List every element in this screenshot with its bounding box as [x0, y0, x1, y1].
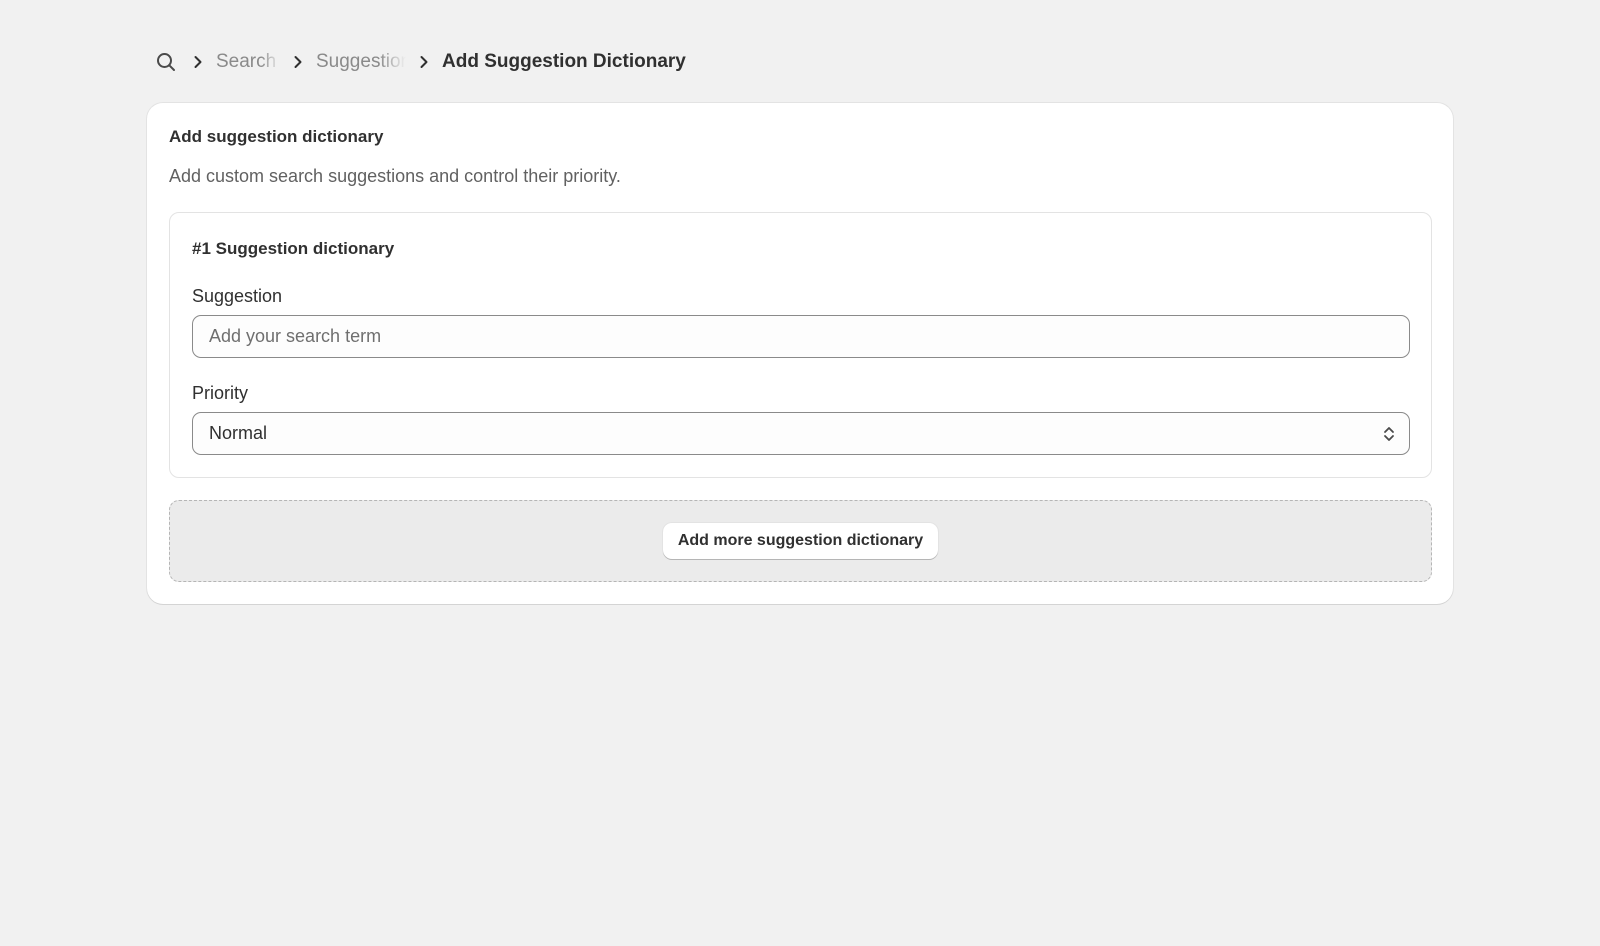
suggestion-label: Suggestion	[192, 286, 283, 306]
add-more-suggestion-dictionary-button[interactable]: Add more suggestion dictionary	[662, 523, 939, 559]
add-more-area: Add more suggestion dictionary	[169, 500, 1432, 582]
priority-selected-value: Normal	[209, 423, 268, 443]
search-icon	[157, 53, 175, 71]
card-title: Add suggestion dictionary	[169, 127, 384, 146]
breadcrumb-link-suggestions[interactable]: Suggestions	[316, 51, 406, 73]
dictionary-item-title: #1 Suggestion dictionary	[192, 239, 395, 258]
breadcrumb-search-button[interactable]	[152, 48, 180, 76]
priority-select[interactable]: Normal	[192, 412, 1410, 455]
breadcrumb-link-search[interactable]: Search	[216, 51, 280, 73]
chevron-right-icon	[186, 50, 210, 74]
breadcrumb: Search Suggestions Add Suggestion Dictio…	[152, 46, 686, 78]
suggestion-dictionary-item: #1 Suggestion dictionary Suggestion Prio…	[169, 212, 1432, 478]
suggestion-input[interactable]	[192, 315, 1410, 358]
chevron-right-icon	[286, 50, 310, 74]
add-suggestion-dictionary-card: Add suggestion dictionary Add custom sea…	[147, 103, 1453, 604]
page-title: Add Suggestion Dictionary	[442, 51, 686, 72]
priority-label: Priority	[192, 383, 249, 403]
chevron-right-icon	[412, 50, 436, 74]
card-description: Add custom search suggestions and contro…	[169, 166, 621, 186]
select-chevron-icon	[1384, 426, 1394, 441]
